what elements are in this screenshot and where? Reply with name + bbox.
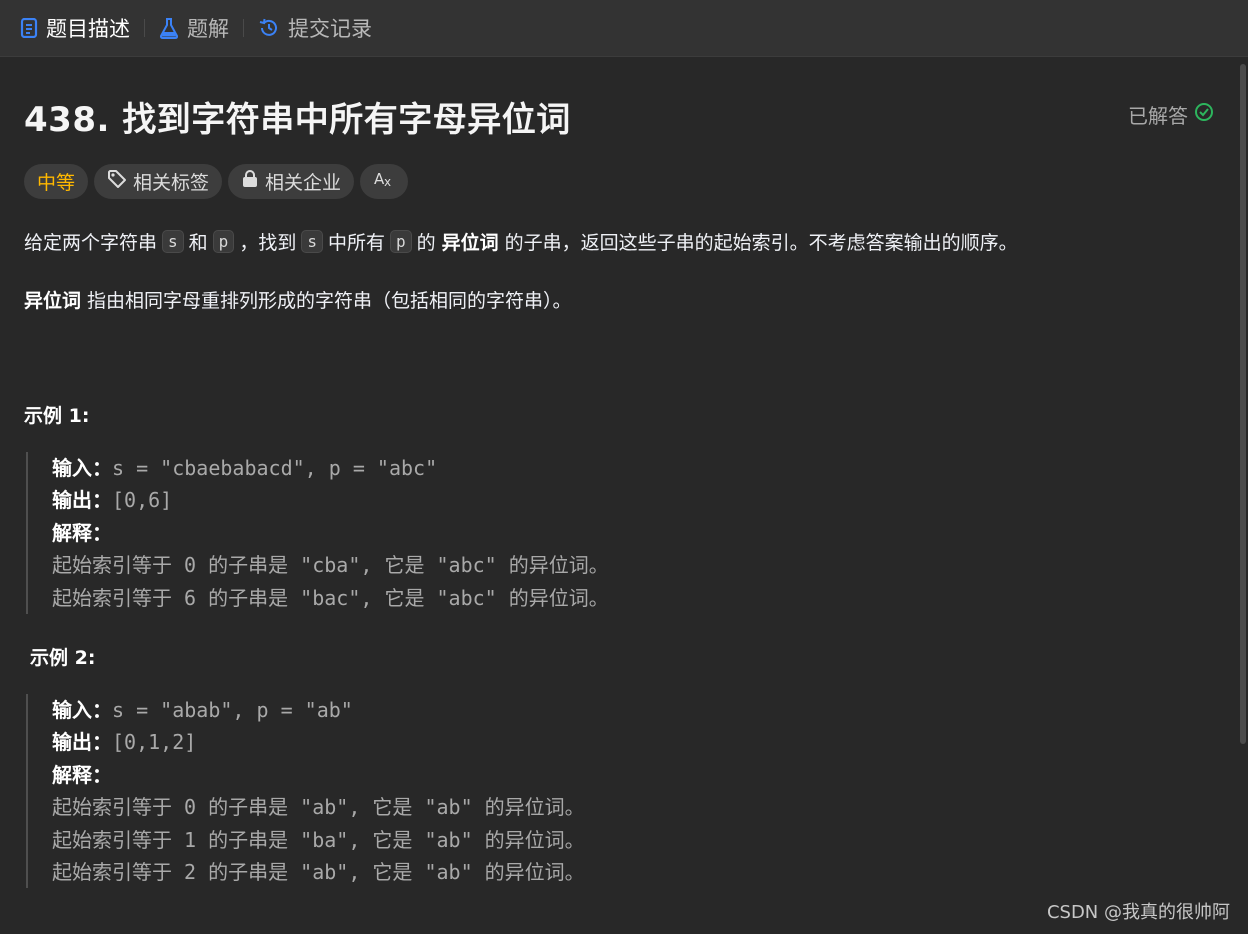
input-value: s = "abab", p = "ab" (112, 698, 353, 722)
example-1-title: 示例 1: (24, 405, 90, 427)
explain-text: 起始索引等于 0 的子串是 "ab", 它是 "ab" 的异位词。 (52, 795, 585, 820)
scrollbar[interactable] (1240, 64, 1246, 744)
explain-text: 起始索引等于 0 的子串是 "cba", 它是 "abc" 的异位词。 (52, 553, 609, 578)
tab-divider (243, 19, 244, 37)
description-text: 和 (188, 232, 208, 254)
description-paragraph-1: 给定两个字符串 s 和 p ，找到 s 中所有 p 的 异位词 的子串，返回这些… (24, 228, 1018, 255)
example-input-line: 输入：s = "cbaebabacd", p = "abc" (52, 452, 609, 484)
example-output-line: 输出：[0,6] (52, 484, 609, 516)
flask-icon (159, 17, 179, 39)
explain-text: 起始索引等于 2 的子串是 "ab", 它是 "ab" 的异位词。 (52, 859, 585, 884)
description-text: 的 (416, 232, 436, 254)
output-value: [0,6] (112, 488, 173, 513)
explain-label: 解释： (52, 520, 112, 545)
page-title: 438. 找到字符串中所有字母异位词 (24, 100, 571, 140)
related-companies-button[interactable]: 相关企业 (228, 164, 355, 199)
tab-divider (144, 19, 145, 37)
example-explain-line: 解释： (52, 517, 609, 549)
solved-status: 已解答 (1128, 100, 1214, 129)
example-2-block: 输入：s = "abab", p = "ab" 输出：[0,1,2] 解释： 起… (26, 694, 585, 888)
explain-text: 起始索引等于 1 的子串是 "ba", 它是 "ab" 的异位词。 (52, 827, 585, 852)
description-text: 给定两个字符串 (24, 232, 158, 254)
description-text: ，找到 (239, 232, 297, 254)
example-1-block: 输入：s = "cbaebabacd", p = "abc" 输出：[0,6] … (26, 452, 609, 614)
bold-term: 异位词 (24, 290, 82, 312)
output-label: 输出： (52, 488, 112, 513)
description-text: 指由相同字母重排列形成的字符串（包括相同的字符串）。 (87, 290, 572, 312)
example-explain-line: 解释： (52, 759, 585, 791)
lock-icon (241, 169, 259, 194)
inline-code-s: s (301, 230, 323, 253)
inline-code-p: p (389, 230, 412, 253)
tab-solutions-label: 题解 (187, 17, 229, 41)
svg-text:x: x (384, 175, 391, 189)
translate-button[interactable]: Ax (360, 164, 409, 199)
tab-description[interactable]: 题目描述 (20, 8, 130, 48)
related-tags-button[interactable]: 相关标签 (94, 164, 223, 199)
tab-bar: 题目描述 题解 提交记录 (0, 0, 1248, 57)
history-icon (258, 17, 280, 39)
check-circle-icon (1194, 102, 1214, 127)
example-output-line: 输出：[0,1,2] (52, 726, 585, 758)
bold-term: 异位词 (441, 232, 499, 254)
example-2-title: 示例 2: (30, 647, 96, 669)
tab-solutions[interactable]: 题解 (159, 8, 229, 48)
inline-code-p: p (212, 230, 235, 253)
related-companies-label: 相关企业 (265, 172, 342, 194)
tab-description-label: 题目描述 (46, 17, 130, 41)
explain-label: 解释： (52, 762, 112, 787)
document-icon (20, 18, 38, 38)
tab-submissions-label: 提交记录 (288, 17, 372, 41)
tag-pills: 中等 相关标签 相关企业 Ax (24, 164, 409, 199)
input-label: 输入： (52, 698, 112, 722)
description-text: 中所有 (327, 232, 385, 254)
solved-label: 已解答 (1128, 104, 1188, 128)
input-value: s = "cbaebabacd", p = "abc" (112, 456, 438, 480)
related-tags-label: 相关标签 (133, 172, 210, 194)
input-label: 输入： (52, 456, 112, 480)
output-label: 输出： (52, 730, 112, 755)
difficulty-badge: 中等 (24, 164, 89, 199)
output-value: [0,1,2] (112, 730, 197, 755)
tab-submissions[interactable]: 提交记录 (258, 8, 372, 48)
description-text: 的子串，返回这些子串的起始索引。不考虑答案输出的顺序。 (504, 232, 1018, 254)
watermark: CSDN @我真的很帅阿 (1046, 902, 1230, 923)
explain-text: 起始索引等于 6 的子串是 "bac", 它是 "abc" 的异位词。 (52, 585, 609, 610)
description-paragraph-2: 异位词 指由相同字母重排列形成的字符串（包括相同的字符串）。 (24, 286, 572, 313)
inline-code-s: s (162, 230, 184, 253)
example-input-line: 输入：s = "abab", p = "ab" (52, 694, 585, 726)
tag-icon (107, 169, 127, 194)
translate-icon: Ax (373, 169, 395, 194)
